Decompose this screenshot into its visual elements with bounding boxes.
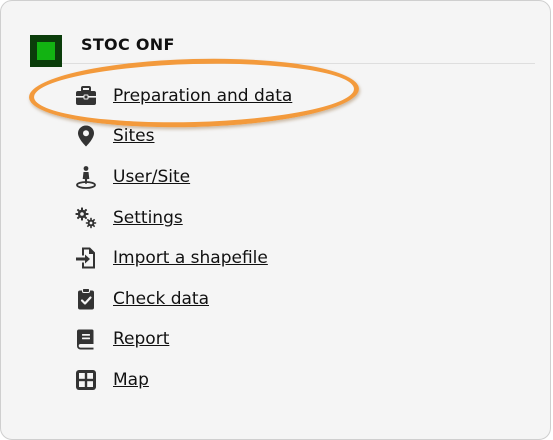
menu-item-map[interactable]: Map bbox=[73, 367, 149, 393]
app-logo bbox=[30, 35, 62, 67]
menu-item-label[interactable]: Report bbox=[113, 329, 169, 349]
menu-item-label[interactable]: Check data bbox=[113, 289, 209, 309]
app-header: STOC ONF bbox=[30, 35, 535, 67]
menu-item-label[interactable]: Preparation and data bbox=[113, 86, 292, 106]
menu-item-report[interactable]: Report bbox=[73, 326, 169, 352]
person-pin-icon bbox=[73, 164, 99, 190]
logo-inner-square bbox=[37, 42, 55, 60]
map-marker-icon bbox=[73, 123, 99, 149]
clipboard-check-icon bbox=[73, 286, 99, 312]
app-title: STOC ONF bbox=[81, 35, 175, 54]
menu-item-import-shapefile[interactable]: Import a shapefile bbox=[73, 245, 268, 271]
menu-item-label[interactable]: Settings bbox=[113, 208, 183, 228]
grid-icon bbox=[73, 367, 99, 393]
menu-item-check-data[interactable]: Check data bbox=[73, 286, 209, 312]
file-import-icon bbox=[73, 245, 99, 271]
menu-item-user-site[interactable]: User/Site bbox=[73, 164, 190, 190]
menu-item-preparation-and-data[interactable]: Preparation and data bbox=[73, 83, 292, 109]
menu-panel: STOC ONF Preparation and data Sites User… bbox=[0, 0, 551, 440]
menu-item-sites[interactable]: Sites bbox=[73, 123, 155, 149]
menu-item-settings[interactable]: Settings bbox=[73, 205, 183, 231]
briefcase-icon bbox=[73, 83, 99, 109]
menu-item-label[interactable]: Sites bbox=[113, 126, 155, 146]
gears-icon bbox=[73, 205, 99, 231]
book-icon bbox=[73, 326, 99, 352]
menu-item-label[interactable]: User/Site bbox=[113, 167, 190, 187]
menu-item-label[interactable]: Map bbox=[113, 370, 149, 390]
menu-item-label[interactable]: Import a shapefile bbox=[113, 248, 268, 268]
